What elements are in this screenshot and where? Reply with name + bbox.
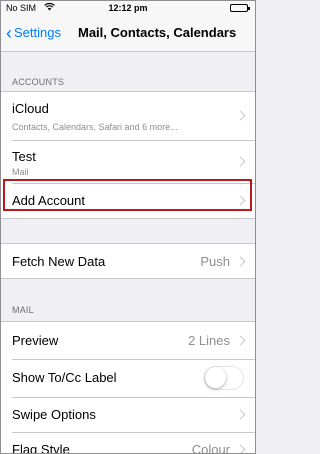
flag-style-value: Colour (191, 442, 230, 454)
swipe-options-label: Swipe Options (12, 407, 96, 422)
toggle-knob (205, 367, 226, 388)
preview-label: Preview (12, 333, 59, 348)
chevron-right-icon (235, 444, 246, 454)
chevron-right-icon (235, 195, 246, 206)
fetch-new-data-label: Fetch New Data (12, 254, 106, 269)
add-account-label: Add Account (12, 193, 85, 208)
fetch-new-data-value: Push (200, 254, 230, 269)
account-subtitle: Mail (12, 167, 29, 177)
accounts-section-header: ACCOUNTS (12, 77, 65, 87)
chevron-right-icon (235, 256, 246, 267)
show-tocc-row: Show To/Cc Label (0, 359, 256, 397)
status-time: 12:12 pm (108, 3, 148, 13)
accounts-group: iCloud Contacts, Calendars, Safari and 6… (0, 91, 256, 219)
account-title: Test (12, 149, 36, 164)
preview-value: 2 Lines (188, 333, 230, 348)
battery-icon (230, 4, 250, 12)
account-subtitle: Contacts, Calendars, Safari and 6 more..… (12, 122, 178, 132)
fetch-group: Fetch New Data Push (0, 243, 256, 279)
show-tocc-toggle[interactable] (204, 366, 244, 390)
add-account-button[interactable]: Add Account (0, 183, 256, 218)
account-row-icloud[interactable]: iCloud Contacts, Calendars, Safari and 6… (0, 92, 256, 140)
mail-group: Preview 2 Lines Show To/Cc Label Swipe O… (0, 321, 256, 454)
flag-style-row[interactable]: Flag Style Colour (0, 432, 256, 454)
chevron-right-icon (235, 335, 246, 346)
show-tocc-label: Show To/Cc Label (12, 370, 117, 385)
fetch-new-data-row[interactable]: Fetch New Data Push (0, 244, 256, 278)
chevron-right-icon (235, 110, 246, 121)
page-title: Mail, Contacts, Calendars (78, 25, 237, 40)
mail-section-header: MAIL (12, 305, 34, 315)
chevron-right-icon (235, 409, 246, 420)
back-button[interactable]: ‹ Settings (6, 22, 61, 43)
account-row-test[interactable]: Test Mail (0, 140, 256, 183)
back-button-label: Settings (14, 25, 61, 40)
chevron-right-icon (235, 156, 246, 167)
status-bar: No SIM 12:12 pm (0, 0, 256, 16)
navigation-bar: ‹ Settings Mail, Contacts, Calendars (0, 16, 256, 52)
flag-style-label: Flag Style (12, 442, 70, 454)
account-title: iCloud (12, 101, 49, 116)
chevron-left-icon: ‹ (6, 22, 12, 43)
swipe-options-row[interactable]: Swipe Options (0, 397, 256, 432)
preview-row[interactable]: Preview 2 Lines (0, 322, 256, 359)
